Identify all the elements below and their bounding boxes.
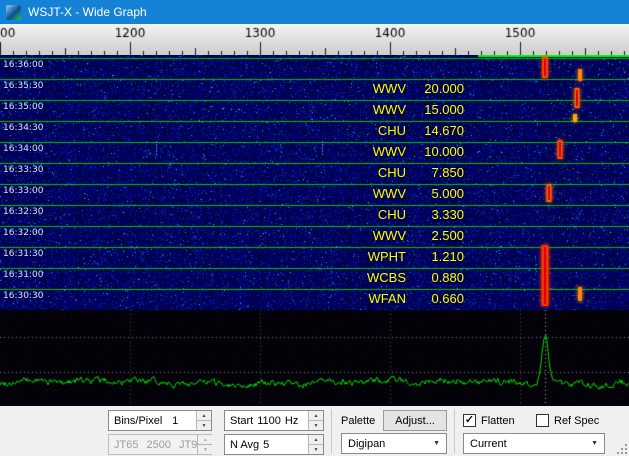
chevron-down-icon: ▼ bbox=[591, 440, 604, 447]
time-label: 16:36:00 bbox=[3, 60, 43, 70]
station-callsign: CHU bbox=[330, 166, 406, 180]
spin-arrows: ▲ ▼ bbox=[196, 411, 211, 430]
separator bbox=[331, 409, 332, 453]
flatten-label: Flatten bbox=[481, 415, 515, 427]
chevron-down-icon: ▼ bbox=[433, 440, 446, 447]
station-label: CHU14.670 bbox=[330, 124, 464, 138]
waterfall-area: 16:36:0016:35:30WWV20.00016:35:00WWV15.0… bbox=[0, 55, 629, 310]
spin-down-icon: ▼ bbox=[197, 445, 212, 454]
station-frequency: 7.850 bbox=[406, 166, 464, 180]
control-panel: Bins/Pixel 1 ▲ ▼ Start 1100 Hz ▲ ▼ Palet… bbox=[0, 406, 629, 456]
start-frequency-spinbox[interactable]: Start 1100 Hz ▲ ▼ bbox=[224, 410, 324, 431]
separator bbox=[454, 409, 455, 453]
spin-up-icon[interactable]: ▲ bbox=[196, 411, 211, 421]
start-unit: Hz bbox=[285, 415, 298, 427]
time-label: 16:31:30 bbox=[3, 249, 43, 259]
station-frequency: 10.000 bbox=[406, 145, 464, 159]
station-frequency: 3.330 bbox=[406, 208, 464, 222]
time-label: 16:31:00 bbox=[3, 270, 43, 280]
title-bar[interactable]: WSJT-X - Wide Graph bbox=[0, 0, 629, 24]
station-label: WWV15.000 bbox=[330, 103, 464, 117]
bins-per-pixel-value: 1 bbox=[172, 415, 186, 427]
spectrum-type-combobox[interactable]: Current ▼ bbox=[463, 433, 605, 454]
station-label: WPHT1.210 bbox=[330, 250, 464, 264]
station-frequency: 14.670 bbox=[406, 124, 464, 138]
n-avg-spinbox[interactable]: N Avg 5 ▲ ▼ bbox=[224, 434, 324, 455]
spin-arrows: ▲ ▼ bbox=[197, 435, 212, 454]
station-label: WWV5.000 bbox=[330, 187, 464, 201]
station-frequency: 1.210 bbox=[406, 250, 464, 264]
time-label: 16:33:30 bbox=[3, 165, 43, 175]
time-label: 16:32:30 bbox=[3, 207, 43, 217]
station-label: WWV20.000 bbox=[330, 82, 464, 96]
spin-up-icon[interactable]: ▲ bbox=[308, 411, 323, 421]
flatten-checkbox[interactable]: ✓ Flatten bbox=[463, 414, 515, 427]
station-label: WWV2.500 bbox=[330, 229, 464, 243]
station-frequency: 0.880 bbox=[406, 271, 464, 285]
station-frequency: 5.000 bbox=[406, 187, 464, 201]
jt65-label: JT65 bbox=[114, 439, 138, 451]
bins-per-pixel-spinbox[interactable]: Bins/Pixel 1 ▲ ▼ bbox=[108, 410, 212, 431]
station-label: CHU3.330 bbox=[330, 208, 464, 222]
palette-combobox[interactable]: Digipan ▼ bbox=[341, 433, 447, 454]
station-callsign: CHU bbox=[330, 124, 406, 138]
spin-down-icon[interactable]: ▼ bbox=[308, 445, 323, 454]
n-avg-label: N Avg bbox=[230, 439, 259, 451]
palette-adjust-button[interactable]: Adjust... bbox=[383, 410, 447, 431]
station-label: WCBS0.880 bbox=[330, 271, 464, 285]
station-label: WWV10.000 bbox=[330, 145, 464, 159]
spectrum-type-value: Current bbox=[470, 438, 507, 450]
station-callsign: WWV bbox=[330, 82, 406, 96]
time-label: 16:33:00 bbox=[3, 186, 43, 196]
start-value: 1100 bbox=[257, 415, 281, 427]
app-icon bbox=[6, 5, 21, 20]
split-value: 2500 bbox=[146, 439, 170, 451]
spin-arrows: ▲ ▼ bbox=[308, 411, 323, 430]
station-callsign: WWV bbox=[330, 229, 406, 243]
wide-graph-window: WSJT-X - Wide Graph 16:36:0016:35:30WWV2… bbox=[0, 0, 629, 456]
waterfall-canvas[interactable] bbox=[0, 55, 629, 310]
palette-combobox-value: Digipan bbox=[348, 438, 385, 450]
station-frequency: 15.000 bbox=[406, 103, 464, 117]
ref-spec-checkbox-box[interactable] bbox=[536, 414, 549, 427]
spin-arrows: ▲ ▼ bbox=[308, 435, 323, 454]
jt9-label: JT9 bbox=[179, 439, 197, 451]
station-callsign: WFAN bbox=[330, 292, 406, 306]
spin-down-icon[interactable]: ▼ bbox=[308, 421, 323, 430]
station-callsign: WWV bbox=[330, 187, 406, 201]
time-label: 16:34:30 bbox=[3, 123, 43, 133]
flatten-checkbox-box[interactable]: ✓ bbox=[463, 414, 476, 427]
station-callsign: WPHT bbox=[330, 250, 406, 264]
station-frequency: 20.000 bbox=[406, 82, 464, 96]
time-label: 16:34:00 bbox=[3, 144, 43, 154]
spin-up-icon[interactable]: ▲ bbox=[308, 435, 323, 445]
window-title: WSJT-X - Wide Graph bbox=[28, 5, 147, 19]
spectrum-canvas[interactable] bbox=[0, 310, 629, 406]
jt65-jt9-split-spinbox: JT65 2500 JT9 ▲ ▼ bbox=[108, 434, 212, 455]
time-label: 16:30:30 bbox=[3, 291, 43, 301]
resize-grip[interactable] bbox=[615, 442, 627, 454]
ref-spec-checkbox[interactable]: Ref Spec bbox=[536, 414, 599, 427]
spin-down-icon[interactable]: ▼ bbox=[196, 421, 211, 430]
station-frequency: 0.660 bbox=[406, 292, 464, 306]
station-frequency: 2.500 bbox=[406, 229, 464, 243]
station-callsign: WWV bbox=[330, 145, 406, 159]
time-label: 16:35:30 bbox=[3, 81, 43, 91]
time-label: 16:35:00 bbox=[3, 102, 43, 112]
frequency-scale bbox=[0, 24, 629, 55]
bins-per-pixel-label: Bins/Pixel bbox=[114, 415, 162, 427]
palette-label: Palette bbox=[341, 415, 375, 427]
station-label: WFAN0.660 bbox=[330, 292, 464, 306]
n-avg-value: 5 bbox=[263, 439, 269, 451]
station-callsign: WCBS bbox=[330, 271, 406, 285]
station-label: CHU7.850 bbox=[330, 166, 464, 180]
time-label: 16:32:00 bbox=[3, 228, 43, 238]
start-label: Start bbox=[230, 415, 253, 427]
station-callsign: CHU bbox=[330, 208, 406, 222]
station-callsign: WWV bbox=[330, 103, 406, 117]
ref-spec-label: Ref Spec bbox=[554, 415, 599, 427]
spin-up-icon: ▲ bbox=[197, 435, 212, 445]
